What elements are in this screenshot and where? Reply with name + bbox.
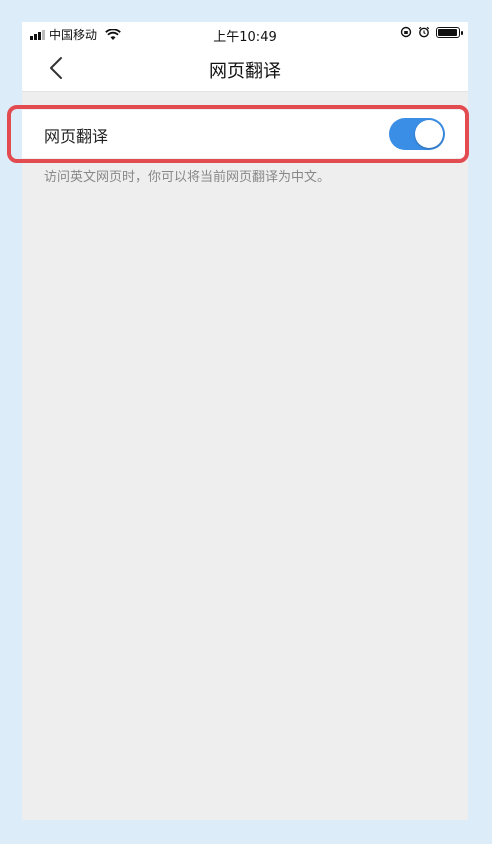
battery-icon — [436, 26, 463, 38]
setting-description: 访问英文网页时，你可以将当前网页翻译为中文。 — [44, 170, 331, 185]
toggle-knob — [415, 120, 443, 148]
page-title: 网页翻译 — [209, 61, 281, 82]
setting-label: 网页翻译 — [44, 127, 109, 146]
alarm-icon — [418, 26, 430, 38]
rotation-lock-icon — [400, 26, 412, 38]
status-right — [400, 26, 463, 38]
setting-row-web-translate[interactable]: 网页翻译 — [22, 110, 468, 158]
status-bar: 中国移动 上午10:49 — [22, 22, 468, 45]
web-translate-toggle[interactable] — [389, 118, 445, 150]
nav-bar: 网页翻译 — [22, 44, 468, 92]
phone-screen: 中国移动 上午10:49 网页翻译 网页翻译 — [22, 22, 468, 820]
